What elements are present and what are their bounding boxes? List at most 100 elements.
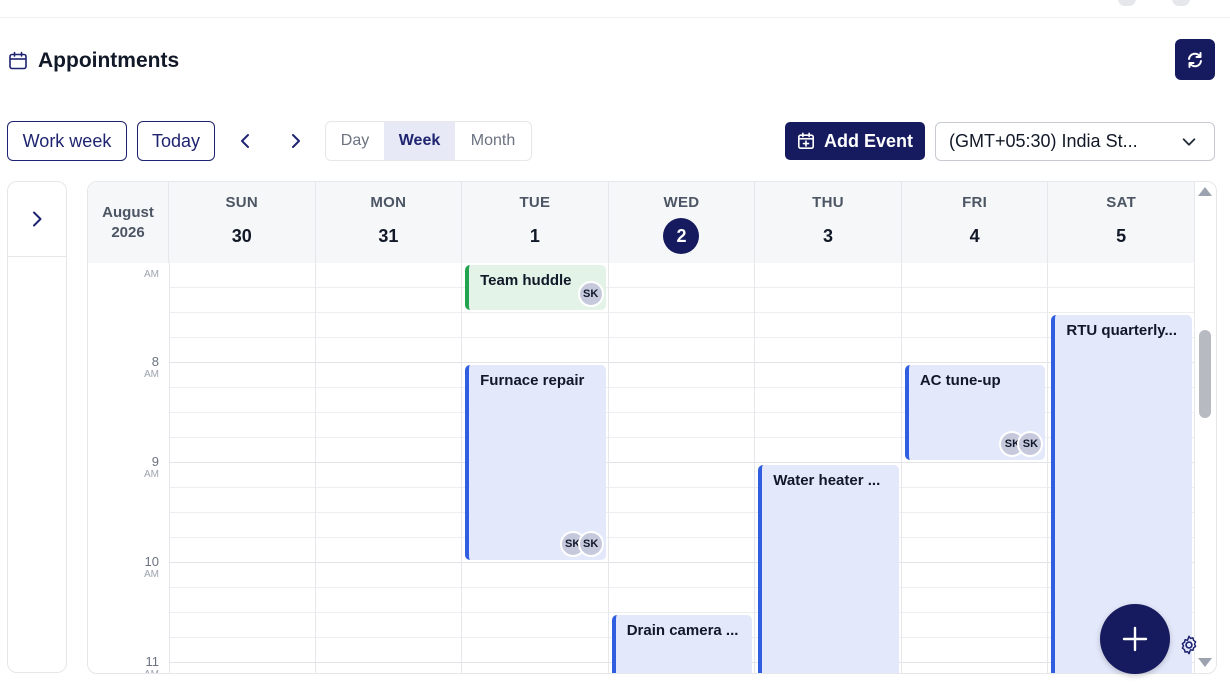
day-header-sun[interactable]: SUN 30 xyxy=(169,182,316,263)
day-header-thu[interactable]: THU 3 xyxy=(755,182,902,263)
day-header-mon[interactable]: MON 31 xyxy=(315,182,463,263)
assignee-avatar[interactable]: SK xyxy=(577,281,604,307)
timezone-select[interactable]: (GMT+05:30) India St... xyxy=(935,122,1215,161)
time-grid[interactable]: AM8AM9AM10AM11AMTeam huddleSKFurnace rep… xyxy=(88,263,1195,674)
work-week-button[interactable]: Work week xyxy=(7,121,127,161)
day-header-sat[interactable]: SAT 5 xyxy=(1048,182,1195,263)
view-option-week[interactable]: Week xyxy=(384,122,455,160)
hour-ampm-label: AM xyxy=(144,469,159,480)
hour-ampm-label: AM xyxy=(144,569,159,580)
page-title: Appointments xyxy=(38,49,180,72)
event-title: Drain camera ... xyxy=(626,622,739,639)
event-card[interactable]: Team huddle SK xyxy=(465,265,606,310)
hour-ampm-label: AM xyxy=(144,269,159,280)
assignee-avatar[interactable]: SK xyxy=(1017,431,1044,457)
event-card[interactable]: Water heater ... xyxy=(758,465,899,673)
column-divider xyxy=(754,263,756,673)
hour-label-11: 11AM xyxy=(88,655,159,674)
day-header-wed[interactable]: WED 2 xyxy=(608,182,756,263)
hour-number: 8 xyxy=(151,354,159,369)
top-bar-avatar-icon[interactable] xyxy=(1118,0,1136,6)
plus-icon xyxy=(1122,626,1148,652)
page-header: Appointments xyxy=(8,44,179,78)
settings-gear-icon[interactable] xyxy=(1178,634,1200,656)
hour-number: 9 xyxy=(151,454,159,469)
previous-week-button[interactable] xyxy=(232,128,258,154)
day-header-fri[interactable]: FRI 4 xyxy=(901,182,1049,263)
event-card[interactable]: Furnace repair SK SK xyxy=(465,365,606,560)
add-event-label: Add Event xyxy=(823,130,913,151)
calendar-scrollbar[interactable] xyxy=(1197,183,1213,671)
grid-line xyxy=(169,337,1195,338)
day-name: THU xyxy=(812,194,844,211)
view-option-day[interactable]: Day xyxy=(326,122,384,160)
calendar-header: August 2026 SUN 30 MON 31 TUE 1 WED 2 THU 3 FRI 4 SA… xyxy=(88,182,1195,263)
day-number: 30 xyxy=(231,226,252,246)
grid-line xyxy=(169,612,1195,613)
month-label: August xyxy=(102,203,154,221)
floating-add-button[interactable] xyxy=(1100,604,1170,674)
hour-ampm-label: AM xyxy=(144,369,159,380)
hour-label-8: 8 AM xyxy=(88,355,159,381)
grid-line xyxy=(169,512,1195,513)
calendar-icon xyxy=(9,51,27,70)
grid-line xyxy=(169,487,1195,488)
column-divider xyxy=(607,263,609,673)
grid-line xyxy=(169,537,1195,538)
column-divider xyxy=(169,263,170,673)
today-date-badge: 2 xyxy=(663,218,700,254)
chevron-left-icon xyxy=(241,134,249,148)
grid-line xyxy=(169,312,1195,313)
scroll-down-arrow-icon[interactable] xyxy=(1198,658,1212,667)
scroll-up-arrow-icon[interactable] xyxy=(1198,187,1212,196)
week-calendar: August 2026 SUN 30 MON 31 TUE 1 WED 2 THU 3 FRI 4 SA… xyxy=(87,181,1217,674)
next-week-button[interactable] xyxy=(283,128,309,154)
view-toggle: Day Week Month xyxy=(325,121,532,161)
day-header-tue[interactable]: TUE 1 xyxy=(462,182,609,263)
hour-label-7: AM xyxy=(88,269,159,281)
today-button[interactable]: Today xyxy=(137,121,215,161)
scrollbar-thumb[interactable] xyxy=(1199,330,1211,418)
refresh-button[interactable] xyxy=(1175,39,1215,80)
event-card[interactable]: AC tune-up SK SK xyxy=(904,365,1046,460)
day-number: 1 xyxy=(529,226,540,246)
year-label: 2026 xyxy=(111,223,145,241)
hour-ampm-label: AM xyxy=(88,669,159,673)
hour-number: 11 xyxy=(145,654,160,669)
add-event-button[interactable]: Add Event xyxy=(785,122,925,160)
day-name: SAT xyxy=(1106,194,1137,211)
day-name: TUE xyxy=(519,194,551,211)
event-title: AC tune-up xyxy=(919,372,1001,389)
chevron-right-icon xyxy=(33,211,42,227)
timezone-value: (GMT+05:30) India St... xyxy=(949,131,1138,151)
side-panel xyxy=(7,181,67,673)
column-divider xyxy=(314,263,316,673)
day-number: 31 xyxy=(378,226,399,246)
grid-line xyxy=(169,562,1195,563)
event-card[interactable]: Drain camera ... xyxy=(611,615,753,673)
calendar-add-icon xyxy=(797,132,814,150)
hour-label-10: 10 AM xyxy=(88,555,159,581)
grid-line xyxy=(169,287,1195,288)
hour-label-9: 9 AM xyxy=(88,455,159,481)
top-bar-menu-icon[interactable] xyxy=(1172,0,1190,6)
view-option-month[interactable]: Month xyxy=(455,122,531,160)
day-name: FRI xyxy=(962,194,988,211)
grid-line xyxy=(169,587,1195,588)
grid-line xyxy=(169,462,1195,463)
column-divider xyxy=(1193,263,1195,673)
month-year-label: August 2026 xyxy=(88,182,169,263)
column-divider xyxy=(900,263,902,673)
expand-panel-button[interactable] xyxy=(8,182,66,257)
event-title: Water heater ... xyxy=(773,472,881,489)
day-number: 5 xyxy=(1116,226,1127,246)
refresh-icon xyxy=(1188,51,1202,68)
event-title: Furnace repair xyxy=(480,372,585,389)
day-name: MON xyxy=(370,194,407,211)
day-name: SUN xyxy=(225,194,259,211)
assignee-avatar[interactable]: SK xyxy=(577,531,604,557)
chevron-right-icon xyxy=(292,134,300,148)
event-title: RTU quarterly... xyxy=(1066,322,1177,339)
column-divider xyxy=(1047,263,1049,673)
column-divider xyxy=(461,263,463,673)
